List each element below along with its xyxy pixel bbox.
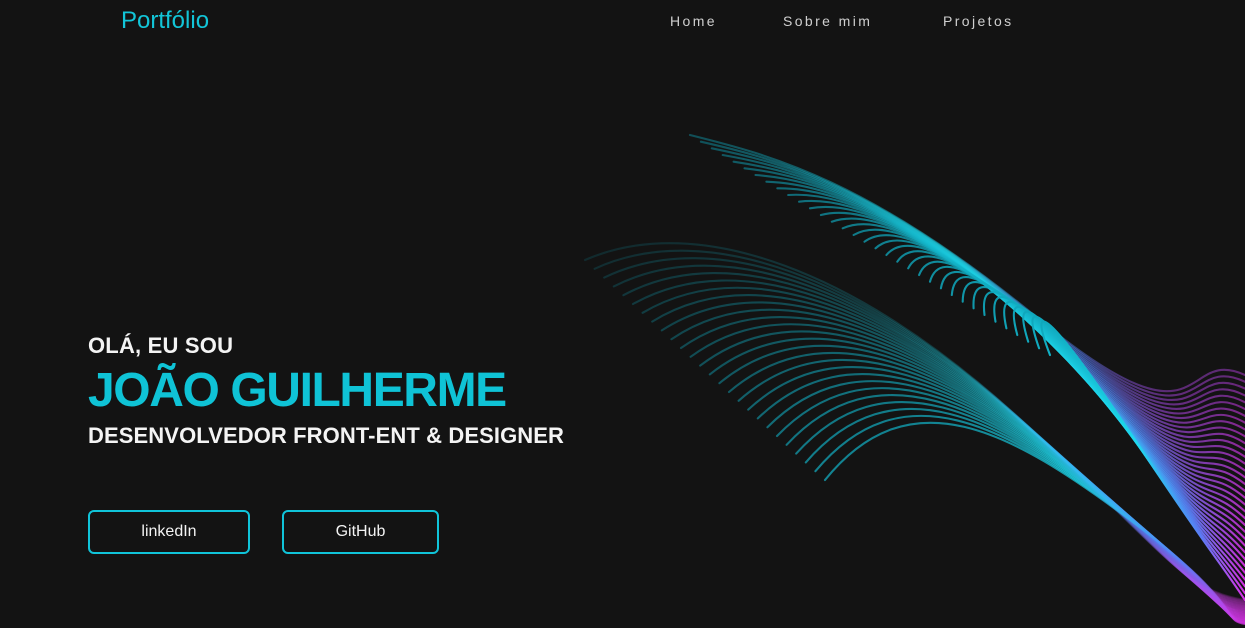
hero-role: DESENVOLVEDOR FRONT-ENT & DESIGNER <box>88 423 565 448</box>
hero-section: OLÁ, EU SOU JOÃO GUILHERME DESENVOLVEDOR… <box>88 331 648 450</box>
nav-link-about[interactable]: Sobre mim <box>783 12 872 30</box>
neon-wave-line <box>1012 305 1245 581</box>
hero-greeting: OLÁ, EU SOU <box>88 333 234 358</box>
github-button[interactable]: GitHub <box>282 510 439 554</box>
hero-name: JOÃO GUILHERME <box>88 364 507 417</box>
portfolio-logo-link[interactable]: Portfólio <box>121 6 209 36</box>
nav-link-projects[interactable]: Projetos <box>943 12 1014 30</box>
neon-wave-line <box>1022 310 1245 588</box>
nav-link-home[interactable]: Home <box>670 12 717 30</box>
social-actions: linkedIn GitHub <box>88 510 448 554</box>
linkedin-button[interactable]: linkedIn <box>88 510 250 554</box>
top-navigation: Portfólio Home Sobre mim Projetos <box>0 0 1245 42</box>
portfolio-page: Portfólio Home Sobre mim Projetos OLÁ, E… <box>0 0 1245 628</box>
